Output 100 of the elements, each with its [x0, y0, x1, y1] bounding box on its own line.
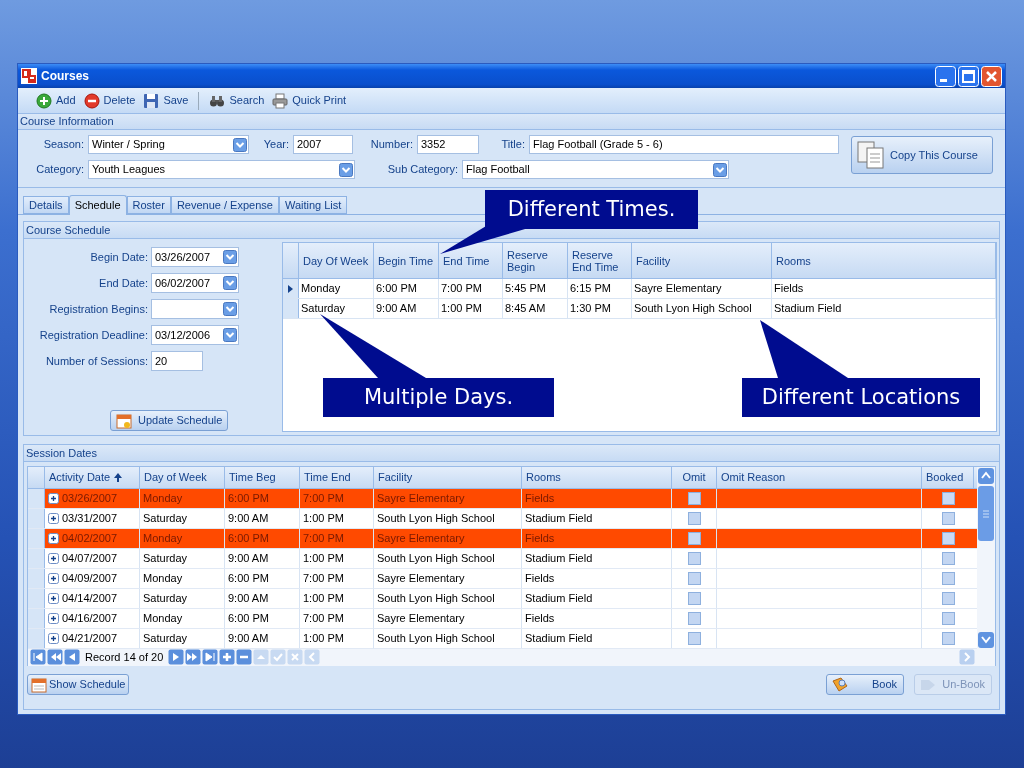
calendar-icon: [31, 676, 47, 693]
checkbox[interactable]: [687, 592, 701, 605]
first-record-icon[interactable]: [30, 649, 46, 666]
checkbox[interactable]: [941, 512, 955, 525]
checkbox[interactable]: [941, 612, 955, 625]
combo-box[interactable]: Flag Football: [462, 160, 729, 179]
column-header[interactable]: Omit: [672, 467, 717, 488]
field-label: End Date:: [98, 275, 148, 291]
tab[interactable]: Schedule: [68, 195, 127, 215]
table-cell-text: 03/26/2007: [62, 491, 118, 507]
column-header[interactable]: Omit Reason: [717, 467, 922, 488]
delete-icon: [83, 92, 100, 109]
input-field[interactable]: 3352: [417, 135, 479, 154]
table-cell: Monday: [140, 569, 225, 588]
tab[interactable]: Details: [23, 196, 69, 214]
checkbox[interactable]: [941, 592, 955, 605]
combo-box[interactable]: Winter / Spring: [88, 135, 249, 154]
table-cell: 6:00 PM: [225, 529, 300, 548]
close-icon[interactable]: [981, 65, 1002, 87]
toolbar-button[interactable]: Quick Print: [268, 90, 351, 111]
column-header[interactable]: Booked: [922, 467, 974, 488]
next-page-icon[interactable]: [185, 649, 202, 666]
column-header[interactable]: Facility: [632, 243, 772, 278]
column-header[interactable]: Time Beg: [225, 467, 300, 488]
date-picker[interactable]: 06/02/2007: [151, 273, 239, 293]
checkbox[interactable]: [687, 632, 701, 645]
minimize-icon[interactable]: [935, 65, 956, 87]
checkbox[interactable]: [941, 552, 955, 565]
book-button[interactable]: Book: [826, 674, 904, 695]
vertical-scrollbar[interactable]: [977, 467, 995, 649]
last-record-icon[interactable]: [202, 649, 219, 666]
table-cell-text: 04/21/2007: [62, 631, 118, 647]
column-header[interactable]: Rooms: [772, 243, 996, 278]
expand-icon[interactable]: [48, 493, 59, 504]
row-header[interactable]: [283, 279, 299, 298]
maximize-icon[interactable]: [958, 65, 979, 87]
checkbox[interactable]: [941, 492, 955, 505]
column-header[interactable]: Time End: [300, 467, 374, 488]
tab[interactable]: Revenue / Expense: [170, 196, 279, 214]
table-row[interactable]: 03/31/2007 Saturday 9:00 AM 1:00 PM South Lyon High School Stadium Field: [28, 509, 977, 529]
table-cell: 1:00 PM: [439, 299, 503, 318]
show-schedule-button[interactable]: Show Schedule: [27, 674, 130, 695]
section-title: Course Information: [20, 114, 114, 130]
table-cell: 7:00 PM: [439, 279, 503, 298]
date-picker[interactable]: [151, 299, 239, 319]
expand-icon[interactable]: [48, 513, 59, 524]
checkbox[interactable]: [941, 572, 955, 585]
expand-icon[interactable]: [48, 613, 59, 624]
field-label: Registration Begins:: [48, 301, 148, 317]
table-row[interactable]: 04/09/2007 Monday 6:00 PM 7:00 PM Sayre Elementary Fields: [28, 569, 977, 589]
checkbox[interactable]: [687, 552, 701, 565]
date-picker[interactable]: 03/12/2006: [151, 325, 239, 345]
toolbar-button[interactable]: Delete: [79, 90, 140, 111]
column-header[interactable]: Reserve Begin: [503, 243, 568, 278]
toolbar-button[interactable]: Save: [139, 90, 193, 111]
copy-course-button[interactable]: Copy This Course: [851, 136, 993, 174]
column-header[interactable]: Day of Week: [140, 467, 225, 488]
date-picker[interactable]: 03/26/2007: [151, 247, 239, 267]
toolbar-button[interactable]: Add: [32, 90, 80, 111]
calendar-icon: [116, 412, 132, 429]
scroll-right-icon[interactable]: [959, 649, 975, 666]
tab[interactable]: Waiting List: [278, 196, 348, 214]
toolbar-button[interactable]: Search: [205, 90, 269, 111]
checkbox[interactable]: [941, 632, 955, 645]
checkbox[interactable]: [687, 512, 701, 525]
add-record-icon[interactable]: [219, 649, 236, 666]
column-header[interactable]: Begin Time: [374, 243, 439, 278]
checkbox[interactable]: [941, 532, 955, 545]
input-field[interactable]: Flag Football (Grade 5 - 6): [529, 135, 839, 154]
update-schedule-button[interactable]: Update Schedule: [110, 410, 229, 431]
checkbox[interactable]: [687, 572, 701, 585]
table-row[interactable]: 04/16/2007 Monday 6:00 PM 7:00 PM Sayre Elementary Fields: [28, 609, 977, 629]
input-field[interactable]: 20: [151, 351, 203, 371]
combo-box[interactable]: Youth Leagues: [88, 160, 355, 179]
table-row[interactable]: 04/07/2007 Saturday 9:00 AM 1:00 PM South Lyon High School Stadium Field: [28, 549, 977, 569]
expand-icon[interactable]: [48, 593, 59, 604]
expand-icon[interactable]: [48, 573, 59, 584]
column-header[interactable]: Rooms: [522, 467, 672, 488]
tab[interactable]: Roster: [126, 196, 171, 214]
table-row[interactable]: 04/14/2007 Saturday 9:00 AM 1:00 PM South Lyon High School Stadium Field: [28, 589, 977, 609]
input-field[interactable]: 2007: [293, 135, 353, 154]
column-header[interactable]: Facility: [374, 467, 522, 488]
checkbox[interactable]: [687, 532, 701, 545]
table-cell: Fields: [772, 279, 996, 298]
column-header[interactable]: Day Of Week: [299, 243, 374, 278]
expand-icon[interactable]: [48, 633, 59, 644]
table-row[interactable]: 04/21/2007 Saturday 9:00 AM 1:00 PM South Lyon High School Stadium Field: [28, 629, 977, 649]
previous-page-icon[interactable]: [47, 649, 63, 666]
table-cell: Stadium Field: [522, 549, 672, 568]
column-header[interactable]: Reserve End Time: [568, 243, 632, 278]
column-header[interactable]: Activity Date: [45, 467, 140, 488]
expand-icon[interactable]: [48, 553, 59, 564]
field-label: Category:: [35, 162, 84, 178]
remove-record-icon[interactable]: [236, 649, 253, 666]
table-cell: 6:00 PM: [225, 609, 300, 628]
checkbox[interactable]: [687, 612, 701, 625]
expand-icon[interactable]: [48, 533, 59, 544]
next-record-icon[interactable]: [168, 649, 185, 666]
checkbox[interactable]: [687, 492, 701, 505]
previous-record-icon[interactable]: [64, 649, 80, 666]
